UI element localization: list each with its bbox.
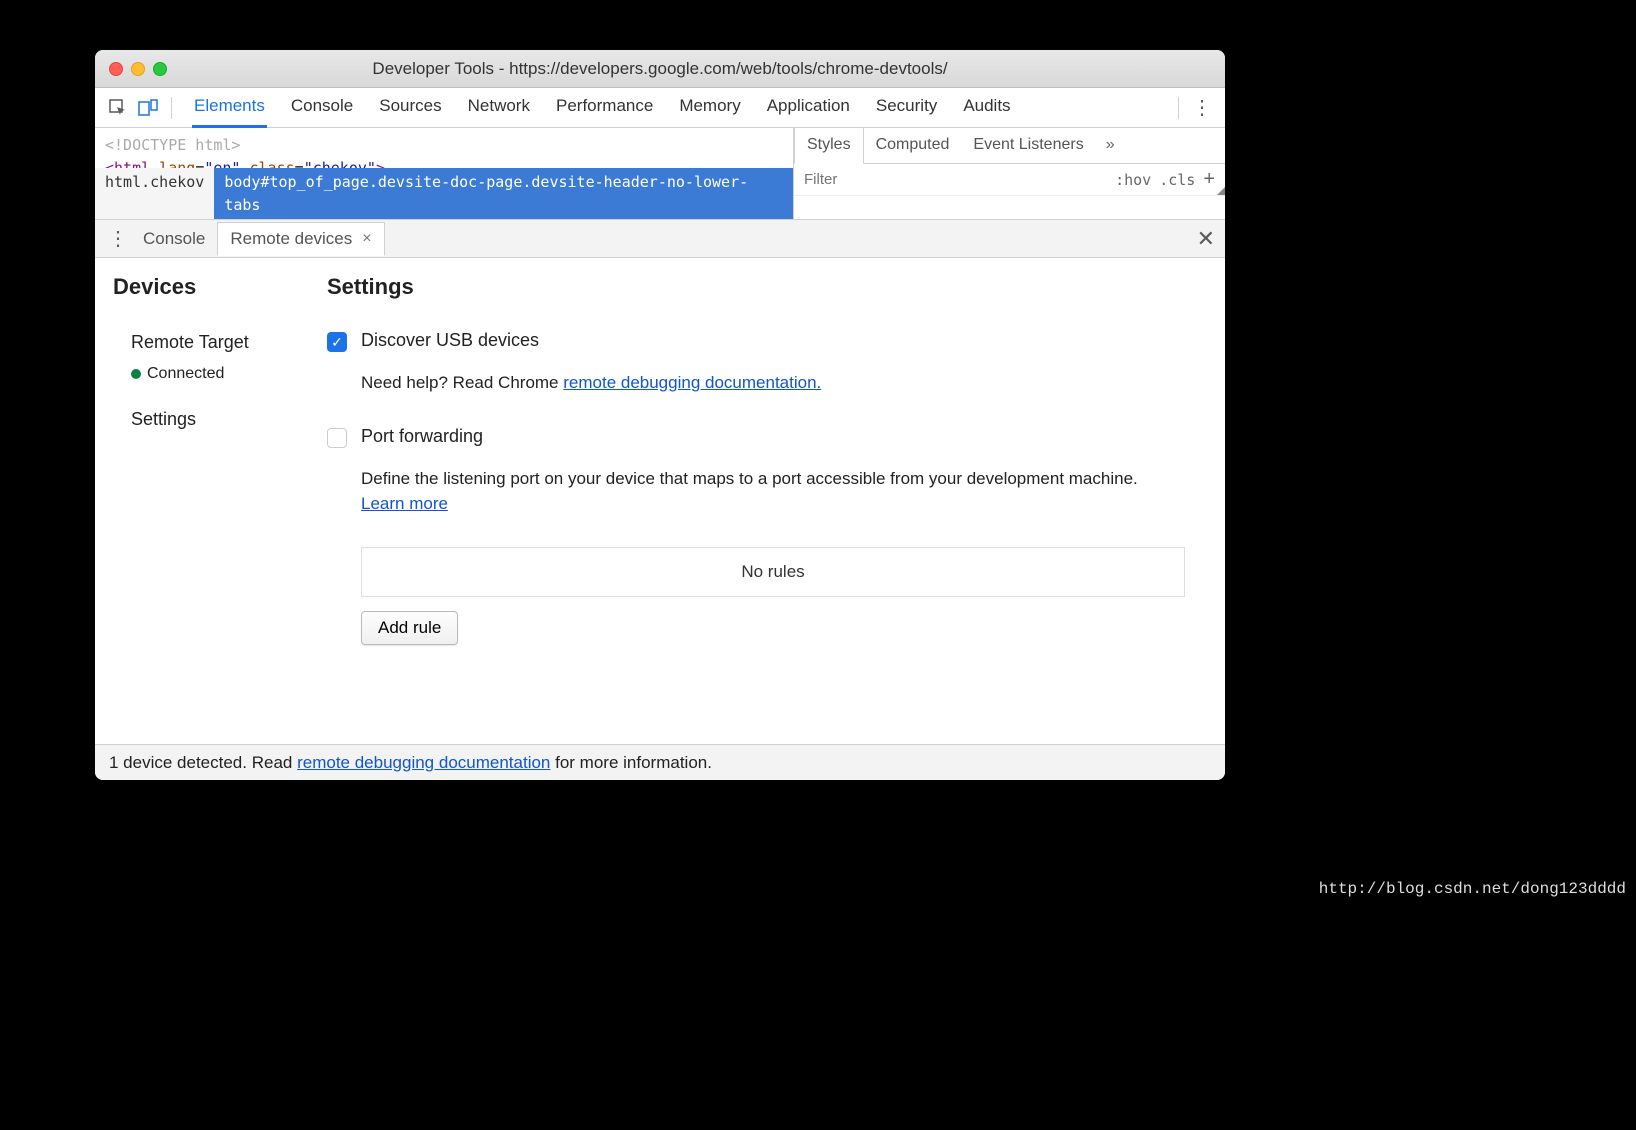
inspect-element-icon[interactable]	[105, 95, 131, 121]
device-toolbar-icon[interactable]	[135, 95, 161, 121]
more-menu-icon[interactable]: ⋮	[1189, 95, 1215, 120]
styles-tab-computed[interactable]: Computed	[864, 128, 962, 163]
port-forwarding-label: Port forwarding	[361, 426, 483, 447]
port-forwarding-checkbox[interactable]	[327, 428, 347, 448]
styles-more-icon[interactable]: »	[1096, 128, 1125, 163]
drawer-close-icon[interactable]: ✕	[1197, 226, 1215, 252]
titlebar: Developer Tools - https://developers.goo…	[95, 50, 1225, 88]
styles-panel: Styles Computed Event Listeners » :hov .…	[793, 128, 1225, 219]
main-tabs: Elements Console Sources Network Perform…	[192, 87, 1168, 128]
filter-row: :hov .cls +	[794, 164, 1225, 196]
watermark: http://blog.csdn.net/dong123dddd	[1319, 880, 1626, 898]
sidebar-item-connected[interactable]: Connected	[131, 359, 327, 389]
drawer-header: ⋮ Console Remote devices × ✕	[95, 220, 1225, 258]
connected-status-dot-icon	[131, 369, 141, 379]
tab-console[interactable]: Console	[289, 87, 355, 128]
separator	[1178, 97, 1179, 119]
window-title: Developer Tools - https://developers.goo…	[95, 59, 1225, 79]
doctype: <!DOCTYPE html>	[105, 136, 240, 154]
rules-list-empty: No rules	[361, 547, 1185, 597]
sidebar-heading: Devices	[113, 274, 327, 300]
tab-security[interactable]: Security	[874, 87, 939, 128]
sidebar-item-settings[interactable]: Settings	[131, 403, 327, 436]
tab-network[interactable]: Network	[466, 87, 532, 128]
settings-pane: Settings ✓ Discover USB devices Need hel…	[327, 258, 1225, 744]
devtools-window: Developer Tools - https://developers.goo…	[95, 50, 1225, 780]
setting-discover-usb: ✓ Discover USB devices	[327, 330, 1185, 352]
close-tab-icon[interactable]: ×	[362, 230, 371, 248]
setting-port-forwarding: Port forwarding	[327, 426, 1185, 448]
styles-tab-styles[interactable]: Styles	[794, 128, 864, 164]
breadcrumb-item-selected[interactable]: body#top_of_page.devsite-doc-page.devsit…	[214, 168, 793, 219]
tab-sources[interactable]: Sources	[377, 87, 443, 128]
remote-debugging-doc-link[interactable]: remote debugging documentation.	[563, 373, 821, 392]
breadcrumb-item[interactable]: html.chekov	[95, 168, 214, 219]
dom-tree[interactable]: <!DOCTYPE html> <html lang="en" class="c…	[95, 128, 793, 219]
drawer-body: Devices Remote Target Connected Settings…	[95, 258, 1225, 744]
footer-bar: 1 device detected. Read remote debugging…	[95, 744, 1225, 780]
styles-tab-events[interactable]: Event Listeners	[961, 128, 1095, 163]
drawer-more-icon[interactable]: ⋮	[105, 226, 131, 251]
tab-memory[interactable]: Memory	[677, 87, 742, 128]
discover-usb-checkbox[interactable]: ✓	[327, 332, 347, 352]
learn-more-link[interactable]: Learn more	[361, 494, 448, 513]
devices-sidebar: Devices Remote Target Connected Settings	[95, 258, 327, 744]
tab-elements[interactable]: Elements	[192, 87, 267, 128]
drawer-tab-remote-devices[interactable]: Remote devices ×	[217, 222, 384, 256]
port-forwarding-help: Define the listening port on your device…	[361, 466, 1185, 517]
drawer-tab-console[interactable]: Console	[131, 223, 217, 255]
tab-audits[interactable]: Audits	[961, 87, 1012, 128]
discover-usb-label: Discover USB devices	[361, 330, 539, 351]
styles-tabs: Styles Computed Event Listeners »	[794, 128, 1225, 164]
separator	[171, 97, 172, 119]
main-toolbar: Elements Console Sources Network Perform…	[95, 88, 1225, 128]
tab-performance[interactable]: Performance	[554, 87, 655, 128]
filter-input[interactable]	[804, 171, 1107, 188]
tab-application[interactable]: Application	[765, 87, 852, 128]
cls-toggle[interactable]: .cls	[1159, 171, 1195, 189]
breadcrumb: html.chekov body#top_of_page.devsite-doc…	[95, 168, 793, 219]
sidebar-item-remote-target[interactable]: Remote Target	[131, 326, 327, 359]
discover-usb-help: Need help? Read Chrome remote debugging …	[361, 370, 1185, 396]
elements-panel: <!DOCTYPE html> <html lang="en" class="c…	[95, 128, 1225, 220]
footer-doc-link[interactable]: remote debugging documentation	[297, 753, 550, 773]
resize-corner-icon[interactable]	[1217, 187, 1225, 195]
hov-toggle[interactable]: :hov	[1115, 171, 1151, 189]
connected-label: Connected	[147, 365, 224, 383]
new-rule-icon[interactable]: +	[1203, 168, 1215, 191]
settings-heading: Settings	[327, 274, 1185, 300]
add-rule-button[interactable]: Add rule	[361, 611, 458, 645]
drawer-tab-label: Remote devices	[230, 229, 352, 249]
